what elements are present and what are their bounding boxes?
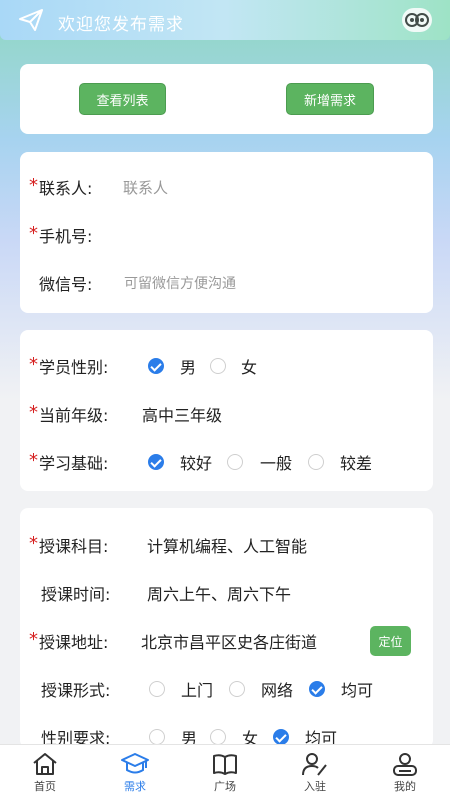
basis-good-radio[interactable] bbox=[148, 454, 164, 470]
student-card: * 学员性别: 男 女 * 当前年级: 高中三年级 * 学习基础: 较好 一般 … bbox=[20, 330, 433, 491]
wechat-row: 微信号: 可留微信方便沟通 bbox=[20, 268, 433, 298]
profile-icon bbox=[393, 753, 417, 776]
phone-input[interactable] bbox=[123, 223, 403, 247]
required-star: * bbox=[29, 223, 38, 244]
tab-join-label: 入驻 bbox=[304, 780, 326, 793]
wechat-input[interactable]: 可留微信方便沟通 bbox=[124, 273, 236, 293]
page-title: 欢迎您发布需求 bbox=[58, 15, 184, 35]
time-label: 授课时间: bbox=[41, 585, 111, 604]
teacher-any-radio[interactable] bbox=[273, 729, 289, 745]
teaching-form-label: 授课形式: bbox=[41, 681, 111, 700]
gender-female-radio[interactable] bbox=[210, 358, 226, 374]
basis-average-radio[interactable] bbox=[227, 454, 243, 470]
user-edit-icon bbox=[302, 753, 327, 776]
address-label: 授课地址: bbox=[39, 633, 109, 652]
grade-label: 当前年级: bbox=[39, 406, 109, 425]
locate-button[interactable]: 定位 bbox=[370, 626, 411, 656]
form-any-radio[interactable] bbox=[309, 681, 325, 697]
basis-row: * 学习基础: 较好 一般 较差 bbox=[20, 447, 433, 477]
subject-row: * 授课科目: 计算机编程、人工智能 bbox=[20, 530, 433, 560]
address-row: * 授课地址: 北京市昌平区史各庄街道 定位 bbox=[20, 626, 433, 656]
tab-square[interactable]: 广场 bbox=[180, 745, 270, 800]
required-star: * bbox=[29, 450, 38, 471]
teacher-male-radio[interactable] bbox=[149, 729, 165, 745]
form-any-option[interactable]: 均可 bbox=[341, 677, 373, 701]
actions-card: 查看列表 新增需求 bbox=[20, 64, 433, 134]
basis-poor-radio[interactable] bbox=[308, 454, 324, 470]
wechat-label: 微信号: bbox=[39, 275, 93, 294]
time-row: 授课时间: 周六上午、周六下午 bbox=[20, 578, 433, 608]
gender-female-option[interactable]: 女 bbox=[241, 354, 257, 378]
basis-good-option[interactable]: 较好 bbox=[180, 450, 212, 474]
gender-male-option[interactable]: 男 bbox=[180, 354, 196, 378]
tab-demand[interactable]: 需求 bbox=[90, 745, 180, 800]
required-star: * bbox=[29, 629, 38, 650]
contact-name-input[interactable]: 联系人 bbox=[123, 177, 168, 198]
phone-label: 手机号: bbox=[39, 227, 93, 246]
view-list-button[interactable]: 查看列表 bbox=[79, 83, 166, 115]
tab-square-label: 广场 bbox=[214, 780, 236, 793]
home-icon bbox=[33, 753, 57, 775]
phone-row: * 手机号: bbox=[20, 220, 433, 250]
form-home-option[interactable]: 上门 bbox=[181, 677, 213, 701]
grade-value[interactable]: 高中三年级 bbox=[142, 402, 222, 426]
time-value[interactable]: 周六上午、周六下午 bbox=[147, 581, 291, 605]
tab-mine-label: 我的 bbox=[394, 780, 416, 793]
owl-icon[interactable] bbox=[402, 8, 432, 32]
subject-value[interactable]: 计算机编程、人工智能 bbox=[147, 533, 307, 557]
add-demand-button[interactable]: 新增需求 bbox=[286, 83, 374, 115]
tab-demand-label: 需求 bbox=[124, 780, 146, 793]
tab-mine[interactable]: 我的 bbox=[360, 745, 450, 800]
gender-male-radio[interactable] bbox=[148, 358, 164, 374]
contact-card: * 联系人: 联系人 * 手机号: 微信号: 可留微信方便沟通 bbox=[20, 152, 433, 313]
form-home-radio[interactable] bbox=[149, 681, 165, 697]
top-header: 欢迎您发布需求 bbox=[0, 0, 450, 40]
contact-name-row: * 联系人: 联系人 bbox=[20, 172, 433, 202]
required-star: * bbox=[29, 175, 38, 196]
address-value[interactable]: 北京市昌平区史各庄街道 bbox=[141, 629, 317, 653]
send-icon[interactable] bbox=[18, 8, 44, 32]
required-star: * bbox=[29, 533, 38, 554]
course-card: * 授课科目: 计算机编程、人工智能 授课时间: 周六上午、周六下午 * 授课地… bbox=[20, 508, 433, 748]
bottom-tab-bar: 首页 需求 广场 入驻 我的 bbox=[0, 744, 450, 800]
student-gender-row: * 学员性别: 男 女 bbox=[20, 351, 433, 381]
student-gender-label: 学员性别: bbox=[39, 358, 109, 377]
graduation-cap-icon bbox=[121, 753, 149, 774]
tab-home-label: 首页 bbox=[34, 780, 56, 793]
required-star: * bbox=[29, 354, 38, 375]
required-star: * bbox=[29, 402, 38, 423]
subject-label: 授课科目: bbox=[39, 537, 109, 556]
tab-join[interactable]: 入驻 bbox=[270, 745, 360, 800]
form-online-option[interactable]: 网络 bbox=[261, 677, 293, 701]
grade-row: * 当前年级: 高中三年级 bbox=[20, 399, 433, 429]
basis-average-option[interactable]: 一般 bbox=[260, 450, 292, 474]
teaching-form-row: 授课形式: 上门 网络 均可 bbox=[20, 674, 433, 704]
book-icon bbox=[213, 754, 237, 775]
contact-name-label: 联系人: bbox=[39, 179, 93, 198]
teacher-female-radio[interactable] bbox=[210, 729, 226, 745]
tab-home[interactable]: 首页 bbox=[0, 745, 90, 800]
form-online-radio[interactable] bbox=[229, 681, 245, 697]
basis-label: 学习基础: bbox=[39, 454, 109, 473]
basis-poor-option[interactable]: 较差 bbox=[340, 450, 372, 474]
